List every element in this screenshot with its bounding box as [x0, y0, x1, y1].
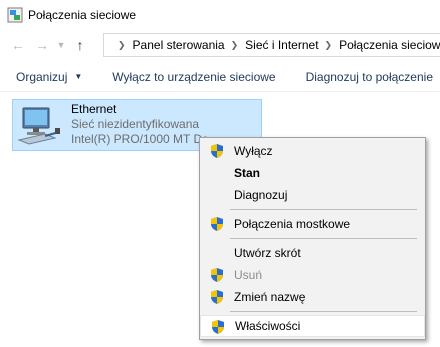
breadcrumb-label: Panel sterowania: [132, 38, 225, 52]
breadcrumb-label: Sieć i Internet: [245, 38, 319, 52]
menu-item-label: Połączenia mostkowe: [234, 217, 351, 231]
chevron-right-icon: ❯: [230, 39, 239, 50]
adapter-name: Ethernet: [71, 102, 117, 116]
ethernet-adapter-icon: [17, 107, 60, 145]
menu-separator: [200, 235, 425, 242]
menu-item-diagnose[interactable]: Diagnozuj: [200, 184, 425, 206]
breadcrumb-item[interactable]: Panel sterowania ❯: [133, 38, 246, 52]
menu-separator: [200, 206, 425, 213]
navigation-bar: ← → ▼ ↑ ❯ Panel sterowania ❯ Sieć i Inter…: [0, 30, 440, 60]
menu-item-label: Wyłącz: [234, 144, 273, 158]
breadcrumb-root[interactable]: ❯: [112, 40, 133, 51]
shield-icon: [212, 320, 224, 334]
disable-device-label: Wyłącz to urządzenie sieciowe: [112, 69, 276, 84]
chevron-right-icon: ❯: [324, 39, 333, 50]
organize-label: Organizuj: [16, 69, 68, 84]
breadcrumb-item[interactable]: Sieć i Internet ❯: [245, 38, 339, 52]
shield-icon: [211, 144, 223, 158]
shield-icon: [211, 268, 223, 282]
organize-button[interactable]: Organizuj ▼: [16, 70, 82, 84]
shield-icon: [211, 290, 223, 304]
menu-item-label: Zmień nazwę: [234, 290, 306, 304]
breadcrumb-label: Połączenia sieciowe: [339, 38, 440, 52]
diagnose-connection-button[interactable]: Diagnozuj to połączenie: [306, 70, 433, 84]
menu-item-bridge[interactable]: Połączenia mostkowe: [200, 213, 425, 235]
breadcrumb-item[interactable]: Połączenia sieciowe: [339, 38, 440, 52]
up-arrow-icon[interactable]: ↑: [68, 33, 92, 57]
menu-item-label: Diagnozuj: [234, 188, 288, 202]
chevron-down-icon[interactable]: ▼: [54, 33, 68, 57]
adapter-device: Intel(R) PRO/1000 MT De: [71, 132, 209, 146]
address-bar[interactable]: ❯ Panel sterowania ❯ Sieć i Internet ❯ Poł…: [103, 33, 440, 57]
menu-item-label: Stan: [234, 166, 261, 180]
diagnose-connection-label: Diagnozuj to połączenie: [305, 69, 433, 84]
back-arrow-icon[interactable]: ←: [6, 33, 30, 57]
menu-item-label: Właściwości: [235, 319, 301, 333]
title-bar: Połączenia sieciowe: [0, 0, 440, 30]
menu-item-label: Utwórz skrót: [234, 246, 301, 260]
menu-item-disable[interactable]: Wyłącz: [200, 140, 425, 162]
command-bar: Organizuj ▼ Wyłącz to urządzenie sieciow…: [0, 62, 440, 92]
menu-item-create-shortcut[interactable]: Utwórz skrót: [200, 242, 425, 264]
context-menu: Wyłącz Stan Diagnozuj Połączenia mostkow…: [199, 137, 426, 340]
forward-arrow-icon[interactable]: →: [30, 33, 54, 57]
menu-item-delete: Usuń: [200, 264, 425, 286]
dropdown-caret-icon: ▼: [74, 72, 83, 81]
network-connections-icon: [7, 7, 23, 23]
chevron-right-icon: ❯: [118, 39, 126, 50]
window-title: Połączenia sieciowe: [28, 8, 137, 22]
menu-item-status[interactable]: Stan: [200, 162, 425, 184]
menu-separator: [200, 308, 425, 315]
menu-item-label: Usuń: [234, 268, 263, 282]
menu-item-rename[interactable]: Zmień nazwę: [200, 286, 425, 308]
menu-item-properties[interactable]: Właściwości: [200, 315, 425, 337]
adapter-status: Sieć niezidentyfikowana: [71, 117, 200, 131]
disable-device-button[interactable]: Wyłącz to urządzenie sieciowe: [112, 70, 275, 84]
shield-icon: [211, 217, 223, 231]
